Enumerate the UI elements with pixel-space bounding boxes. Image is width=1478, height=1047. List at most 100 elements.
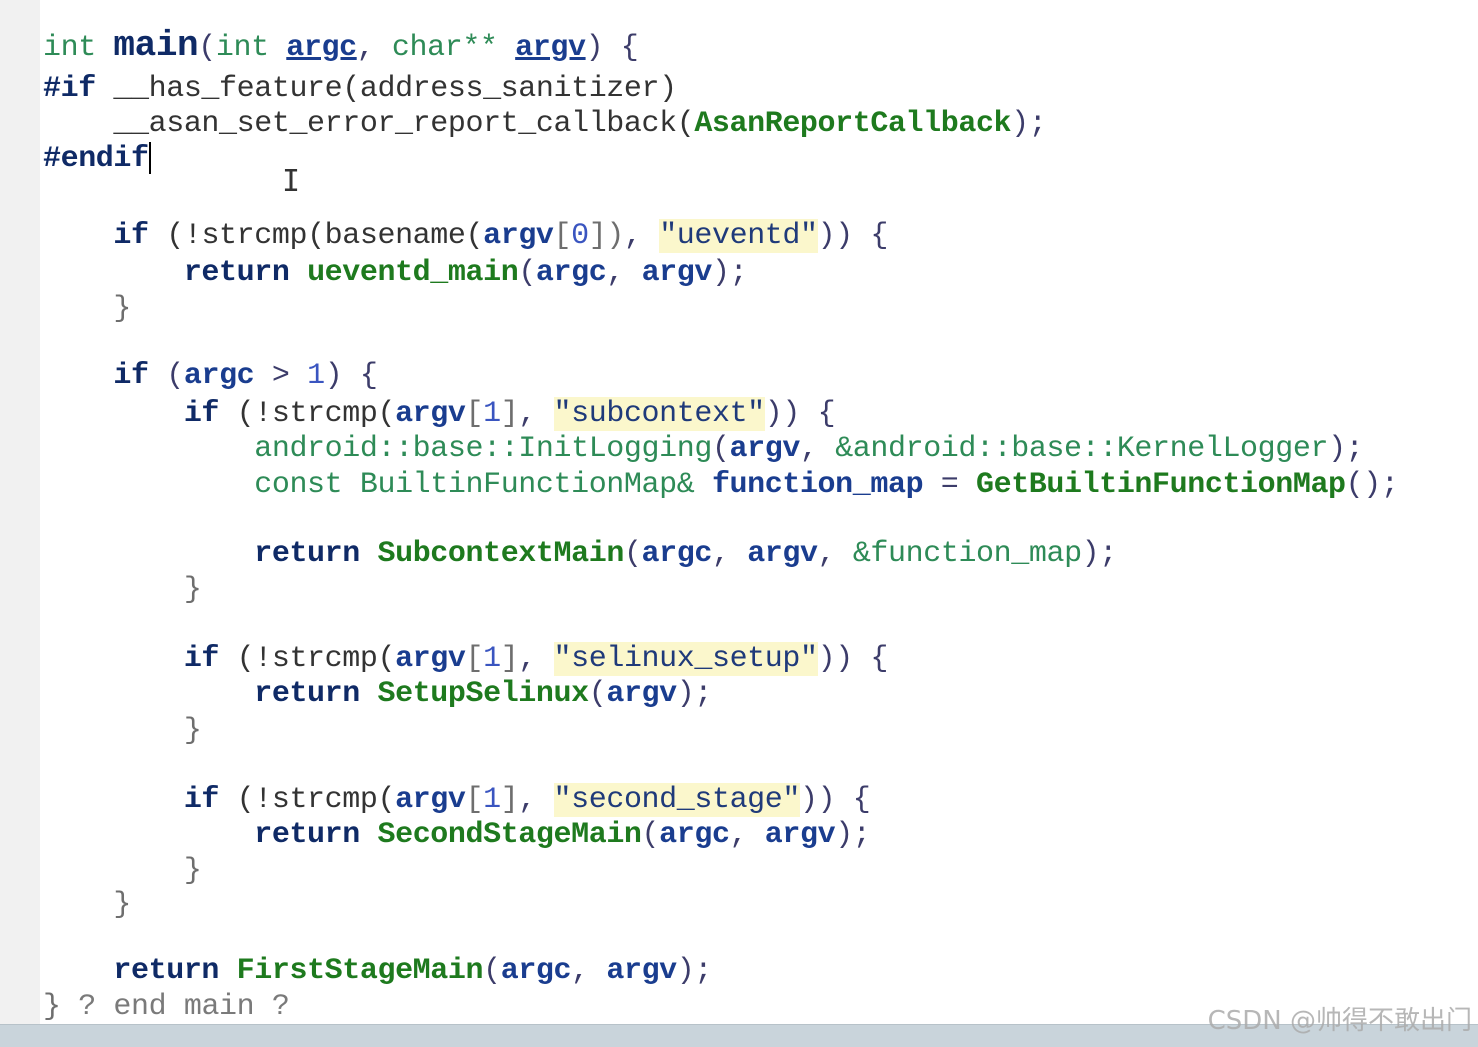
code-token: , xyxy=(518,642,554,676)
code-token: argc xyxy=(286,31,357,65)
code-line: if (!strcmp(argv[1], "selinux_setup")) { xyxy=(43,641,888,677)
code-line: android::base::InitLogging(argv, &androi… xyxy=(43,431,1363,467)
code-token: ( xyxy=(518,256,536,290)
code-token: main xyxy=(113,25,199,66)
code-token: 1 xyxy=(483,783,501,817)
code-token: } xyxy=(43,292,132,326)
code-token: #if xyxy=(43,72,114,106)
code-token: ( xyxy=(148,359,184,393)
code-token: argv xyxy=(641,256,713,290)
code-token: ); xyxy=(676,677,713,711)
code-token: } xyxy=(43,714,202,748)
code-token: if xyxy=(183,783,220,817)
code-line: return SubcontextMain(argc, argv, &funct… xyxy=(43,536,1117,572)
code-token: "subcontext" xyxy=(553,397,765,431)
code-token: ( xyxy=(588,677,607,711)
code-token: [ xyxy=(465,642,484,676)
code-line: } xyxy=(43,887,131,923)
code-line: return ueventd_main(argc, argv); xyxy=(43,255,748,291)
code-token: } xyxy=(43,854,202,888)
code-line: if (!strcmp(argv[1], "second_stage")) { xyxy=(43,782,871,818)
code-token: const BuiltinFunctionMap& xyxy=(254,468,712,502)
code-line: } ? end main ? xyxy=(43,989,290,1024)
code-token: 1 xyxy=(483,642,501,676)
code-line: int main(int argc, char** argv) { xyxy=(43,25,639,66)
code-token: &android::base::KernelLogger xyxy=(835,432,1329,466)
code-token: return xyxy=(254,677,378,711)
code-token: argv xyxy=(395,642,466,676)
code-token: return xyxy=(183,256,308,290)
code-line: __asan_set_error_report_callback(AsanRep… xyxy=(43,106,1046,142)
code-token: ) { xyxy=(585,31,639,65)
code-token: } xyxy=(43,888,132,922)
code-token: ] xyxy=(500,397,519,431)
code-token: android::base::InitLogging xyxy=(254,432,712,466)
code-token: ); xyxy=(835,818,871,852)
code-token: if xyxy=(113,359,149,393)
code-token: (!strcmp( xyxy=(219,397,396,431)
code-token: ? end main ? xyxy=(78,990,290,1024)
code-token: argc xyxy=(659,818,730,852)
text-caret xyxy=(148,142,151,175)
code-area[interactable]: int main(int argc, char** argv) { #if __h… xyxy=(43,0,1478,1025)
code-line: #endif xyxy=(43,141,151,177)
code-token: GetBuiltinFunctionMap xyxy=(976,468,1346,502)
code-token: FirstStageMain xyxy=(236,954,484,988)
code-token: &function_map xyxy=(852,537,1082,571)
code-token: int xyxy=(43,31,114,65)
code-token: , xyxy=(623,219,660,253)
code-token: argc xyxy=(500,954,572,988)
code-line: } xyxy=(43,572,202,608)
code-token: [ xyxy=(465,397,484,431)
text-cursor-ibeam-icon: I xyxy=(282,164,301,199)
code-token: ( xyxy=(641,818,660,852)
code-token: argv xyxy=(729,432,801,466)
code-token: (); xyxy=(1345,468,1399,502)
code-token: argv xyxy=(747,537,818,571)
code-token: int xyxy=(215,31,287,65)
code-token: )) { xyxy=(800,783,871,817)
code-line: } xyxy=(43,291,131,327)
code-token: ); xyxy=(1328,432,1364,466)
code-token: argc xyxy=(641,537,713,571)
code-token: argv xyxy=(606,954,677,988)
code-token: __has_feature(address_sanitizer) xyxy=(113,72,677,106)
code-token: (!strcmp(basename( xyxy=(148,219,484,253)
code-token: AsanReportCallback xyxy=(694,107,1012,141)
code-token: argv xyxy=(515,31,586,65)
code-token: ]) xyxy=(588,219,625,253)
code-token: = xyxy=(923,468,976,502)
code-token: 1 xyxy=(307,359,325,393)
code-token: , xyxy=(606,256,642,290)
code-token: if xyxy=(113,219,149,253)
code-line: if (!strcmp(basename(argv[0]), "ueventd"… xyxy=(43,218,888,254)
code-token: return xyxy=(254,537,378,571)
code-line: if (argc > 1) { xyxy=(43,358,378,394)
code-token: ); xyxy=(676,954,713,988)
code-token: argv xyxy=(483,219,554,253)
code-token: ( xyxy=(198,31,216,65)
code-token: )) { xyxy=(764,397,836,431)
code-token: return xyxy=(254,818,378,852)
code-line: return FirstStageMain(argc, argv); xyxy=(43,953,712,989)
code-token: ) { xyxy=(324,359,378,393)
code-line: return SetupSelinux(argv); xyxy=(43,676,712,712)
code-token: ); xyxy=(1011,107,1047,141)
code-token: , xyxy=(729,818,765,852)
code-token: , xyxy=(518,397,554,431)
code-token: argv xyxy=(764,818,836,852)
code-token: , xyxy=(356,31,392,65)
code-token: } xyxy=(43,573,202,607)
code-token: , xyxy=(571,954,607,988)
code-editor[interactable]: int main(int argc, char** argv) { #if __h… xyxy=(0,0,1478,1024)
code-token: argc xyxy=(535,256,607,290)
code-token: function_map xyxy=(711,468,924,502)
code-token: )) { xyxy=(817,219,889,253)
